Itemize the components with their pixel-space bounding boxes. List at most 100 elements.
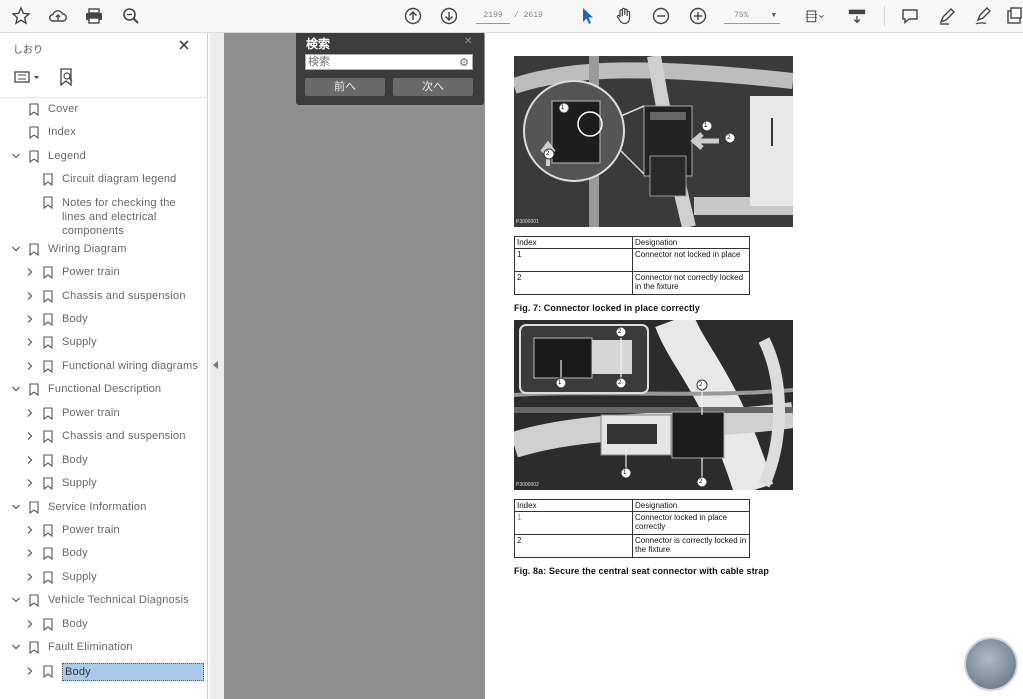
share-icon[interactable]: [1006, 5, 1023, 27]
find-next-button[interactable]: 次へ: [393, 78, 473, 96]
bookmark-item[interactable]: Power train: [0, 263, 208, 283]
bookmark-item[interactable]: Circuit diagram legend: [0, 170, 208, 190]
scroll-mode-icon[interactable]: [845, 5, 869, 27]
page-up-icon[interactable]: [402, 5, 424, 27]
chevron-down-icon[interactable]: [11, 151, 21, 161]
bookmark-item[interactable]: Vehicle Technical Diagnosis: [0, 591, 208, 611]
bookmark-item[interactable]: Body: [0, 662, 208, 682]
chevron-right-icon[interactable]: [25, 619, 35, 629]
bookmark-item[interactable]: Power train: [0, 521, 208, 541]
bookmark-item[interactable]: Index: [0, 123, 208, 143]
hand-tool-icon[interactable]: [613, 5, 635, 27]
bookmark-icon: [43, 547, 53, 561]
bookmark-item[interactable]: Body: [0, 451, 208, 471]
callout-label: 2: [618, 380, 622, 386]
chevron-right-icon[interactable]: [25, 314, 35, 324]
panel-collapse-handle[interactable]: [210, 33, 224, 699]
bookmark-label: Body: [62, 313, 88, 325]
bookmark-item[interactable]: Cover: [0, 100, 208, 120]
zoom-in-icon[interactable]: [687, 5, 709, 27]
bookmark-icon: [29, 501, 39, 515]
chevron-right-icon[interactable]: [25, 291, 35, 301]
bookmark-item[interactable]: Supply: [0, 333, 208, 353]
chevron-down-icon: ▼: [771, 12, 776, 20]
bookmark-icon: [29, 243, 39, 257]
chevron-right-icon[interactable]: [25, 267, 35, 277]
bookmark-label: Body: [62, 454, 88, 466]
close-icon[interactable]: [176, 37, 192, 53]
close-icon[interactable]: ✕: [464, 36, 472, 47]
bookmark-icon: [29, 641, 39, 655]
bookmark-item[interactable]: Legend: [0, 147, 208, 167]
bookmark-item[interactable]: Service Information: [0, 498, 208, 518]
bookmark-item[interactable]: Functional wiring diagrams: [0, 357, 208, 377]
bookmark-item[interactable]: Fault Elimination: [0, 638, 208, 658]
chevron-down-icon[interactable]: [11, 642, 21, 652]
bookmark-label: Power train: [62, 266, 120, 278]
chevron-down-icon[interactable]: [11, 384, 21, 394]
bookmark-item[interactable]: Notes for checking the lines and electri…: [0, 193, 208, 237]
bookmark-label: Chassis and suspension: [62, 430, 186, 442]
callout-label: 1: [623, 470, 627, 476]
chevron-right-icon[interactable]: [25, 455, 35, 465]
highlight-pen-icon[interactable]: [936, 5, 958, 27]
bookmark-item[interactable]: Wiring Diagram: [0, 240, 208, 260]
select-cursor-icon[interactable]: [576, 5, 598, 27]
find-previous-button[interactable]: 前へ: [305, 78, 385, 96]
bookmark-icon: [29, 126, 39, 140]
bookmark-label: Power train: [62, 407, 120, 419]
chevron-down-icon[interactable]: [11, 595, 21, 605]
fit-page-icon[interactable]: [800, 5, 830, 27]
chevron-right-icon[interactable]: [25, 337, 35, 347]
bookmark-item[interactable]: Supply: [0, 568, 208, 588]
figure-7-caption: Fig. 7: Connector locked in place correc…: [514, 303, 700, 313]
table-cell: Connector not correctly locked in the fi…: [632, 271, 750, 295]
page-down-icon[interactable]: [438, 5, 460, 27]
chevron-down-icon[interactable]: [11, 502, 21, 512]
floating-assistant-icon[interactable]: [964, 637, 1018, 691]
bookmark-item[interactable]: Supply: [0, 474, 208, 494]
bookmark-label: Functional Description: [48, 383, 162, 395]
bookmark-options-icon[interactable]: [12, 67, 42, 90]
star-icon[interactable]: [10, 5, 32, 27]
bookmark-search-icon[interactable]: [56, 67, 76, 90]
comment-icon[interactable]: [899, 5, 921, 27]
find-input[interactable]: 検索 ⚙: [305, 54, 473, 70]
zoom-search-icon[interactable]: [120, 5, 142, 27]
bookmarks-panel-title: しおり: [13, 45, 43, 56]
chevron-right-icon[interactable]: [25, 408, 35, 418]
bookmark-item[interactable]: Body: [0, 544, 208, 564]
print-icon[interactable]: [83, 5, 105, 27]
bookmark-icon: [43, 618, 53, 632]
bookmark-item[interactable]: Body: [0, 615, 208, 635]
zoom-out-icon[interactable]: [650, 5, 672, 27]
gear-icon[interactable]: ⚙: [459, 56, 469, 70]
bookmark-label: Body: [62, 618, 88, 630]
callout-label: 2: [699, 479, 703, 485]
bookmark-icon: [43, 430, 53, 444]
bookmark-label: Index: [48, 126, 76, 138]
chevron-right-icon[interactable]: [25, 361, 35, 371]
chevron-right-icon[interactable]: [25, 548, 35, 558]
callout-label: 2: [727, 135, 731, 141]
table-cell: 1: [514, 511, 633, 535]
bookmark-item[interactable]: Power train: [0, 404, 208, 424]
chevron-down-icon[interactable]: [11, 244, 21, 254]
bookmark-icon: [43, 407, 53, 421]
bookmark-item[interactable]: Chassis and suspension: [0, 427, 208, 447]
bookmark-item[interactable]: Body: [0, 310, 208, 330]
cloud-upload-icon[interactable]: [47, 5, 69, 27]
chevron-right-icon[interactable]: [25, 572, 35, 582]
photo-id: P3000002: [516, 482, 539, 488]
page-number-input[interactable]: 2199: [476, 8, 510, 24]
bookmark-item[interactable]: Chassis and suspension: [0, 287, 208, 307]
chevron-right-icon[interactable]: [25, 666, 35, 676]
bookmark-icon: [43, 313, 53, 327]
bookmark-icon: [29, 150, 39, 164]
zoom-level-select[interactable]: 75% ▼: [724, 8, 780, 24]
sign-icon[interactable]: [972, 5, 994, 27]
chevron-right-icon[interactable]: [25, 431, 35, 441]
chevron-right-icon[interactable]: [25, 478, 35, 488]
bookmark-item[interactable]: Functional Description: [0, 380, 208, 400]
chevron-right-icon[interactable]: [25, 525, 35, 535]
